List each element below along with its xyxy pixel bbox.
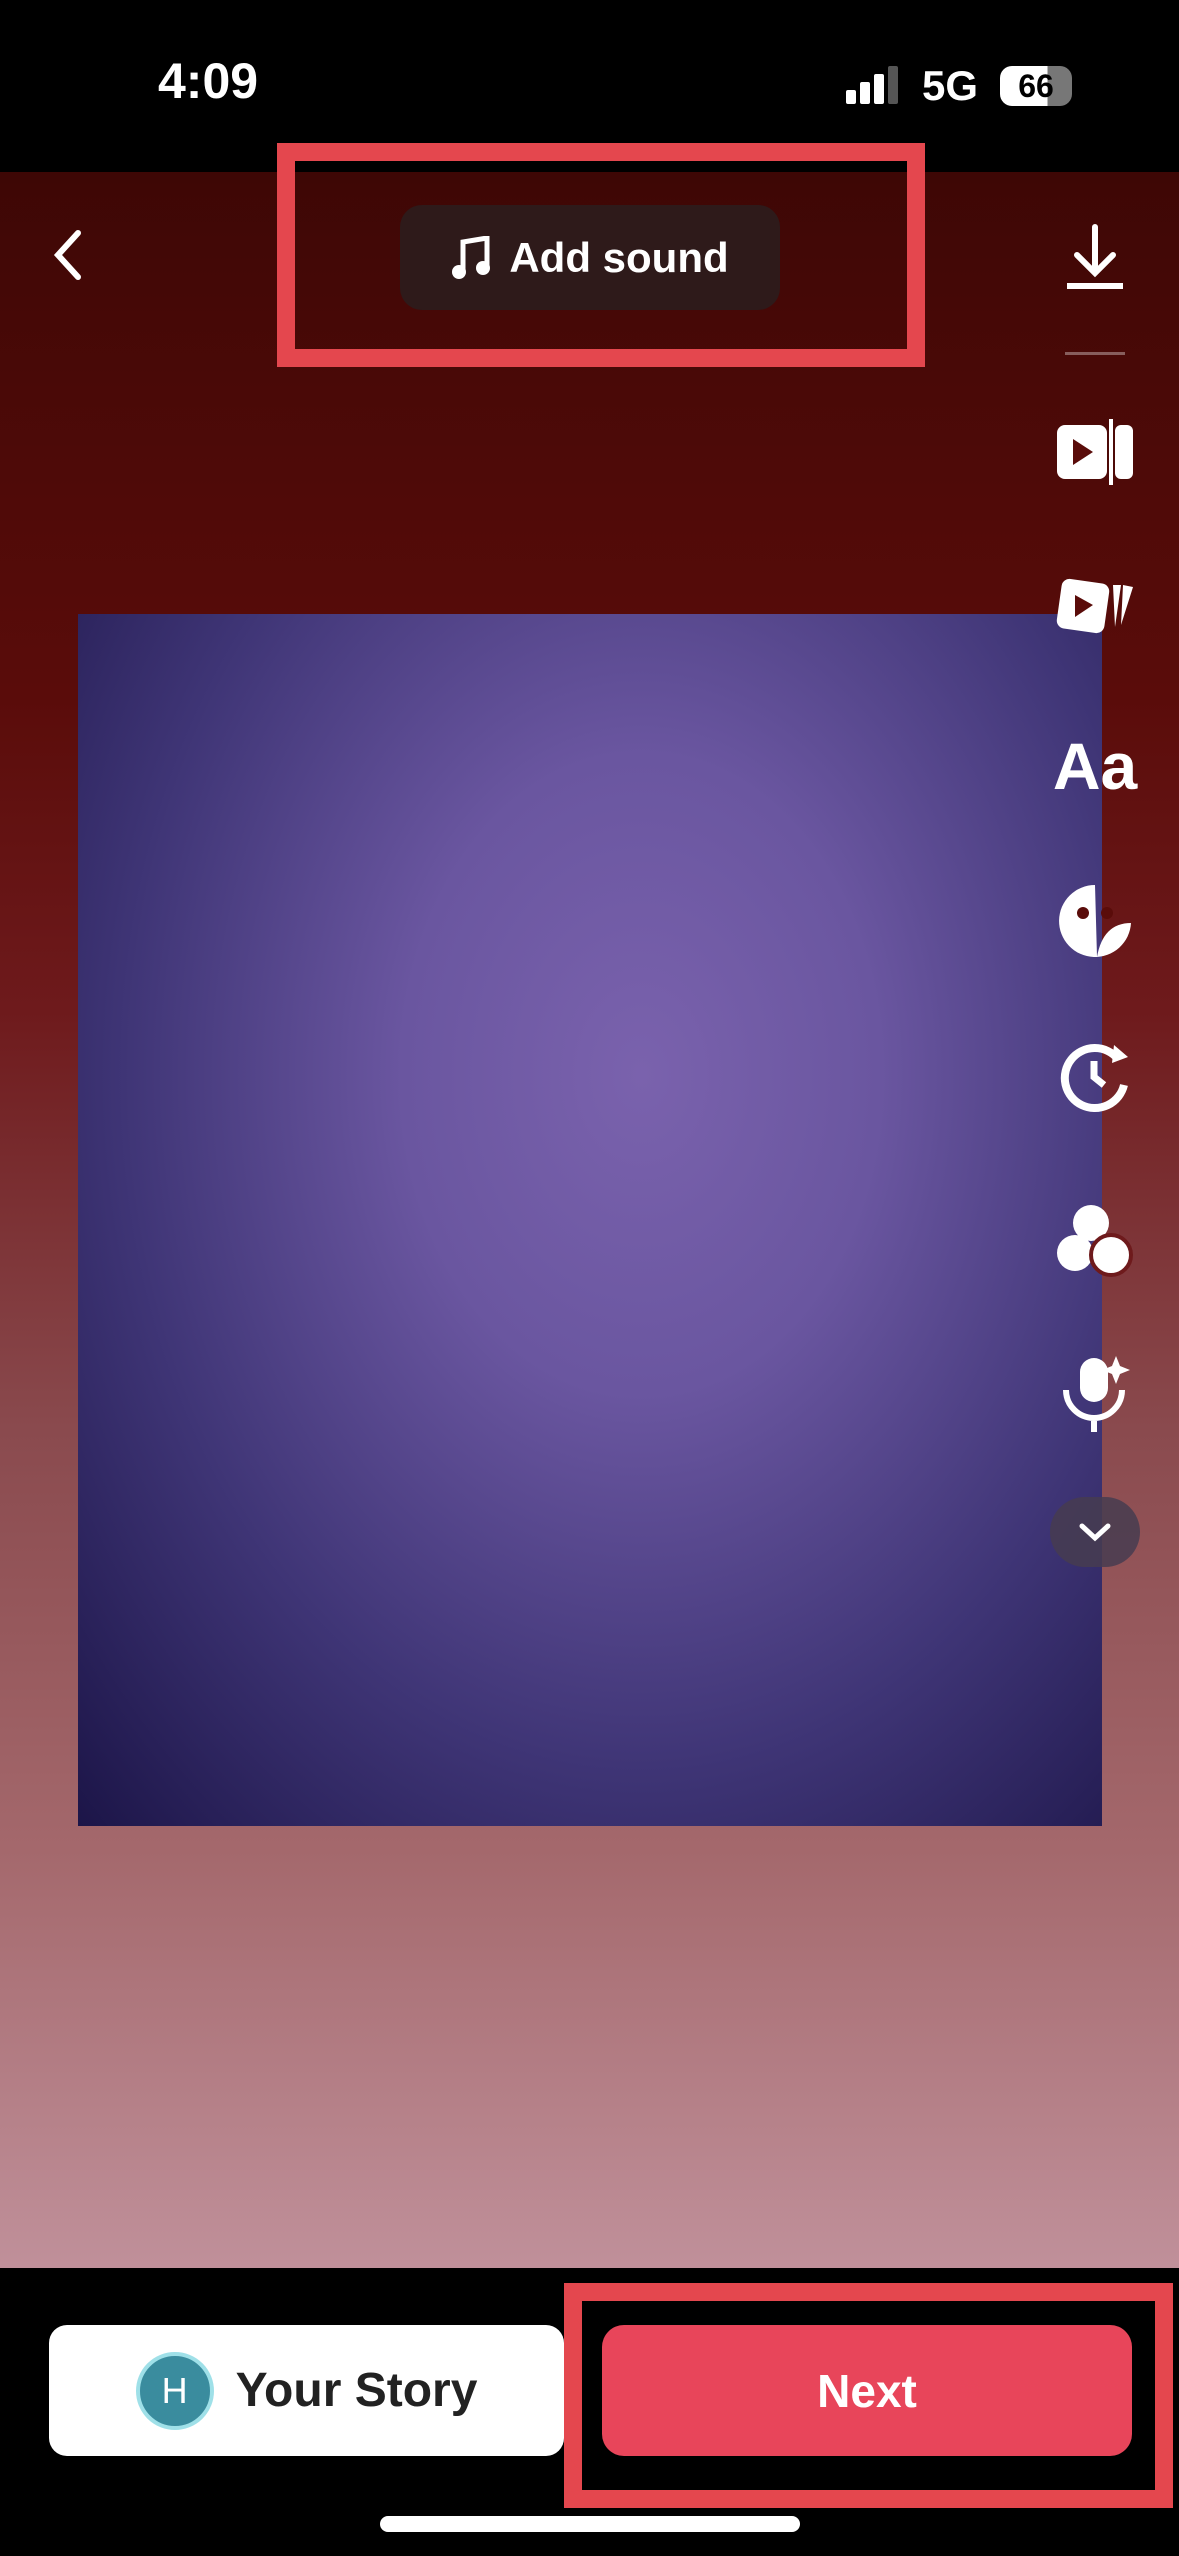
divider (1065, 352, 1125, 355)
avatar: H (135, 2351, 214, 2430)
add-sound-label: Add sound (509, 233, 729, 281)
timer-icon[interactable] (1050, 1031, 1140, 1121)
add-sound-button[interactable]: Add sound (400, 205, 780, 310)
text-icon[interactable]: Aa (1040, 721, 1150, 811)
clips-icon[interactable] (1050, 561, 1140, 651)
signal-icon (846, 66, 898, 104)
back-chevron-icon[interactable] (48, 225, 88, 299)
network-type: 5G (922, 62, 979, 109)
next-button[interactable]: Next (602, 2325, 1132, 2456)
clock: 4:09 (158, 53, 259, 109)
video-template-icon[interactable] (1050, 407, 1140, 497)
sticker-icon[interactable] (1050, 876, 1140, 966)
your-story-button[interactable]: H Your Story (49, 2325, 564, 2456)
filters-icon[interactable] (1050, 1194, 1140, 1284)
chevron-down-icon (1079, 1523, 1111, 1542)
media-preview (78, 614, 1102, 1826)
voice-effects-icon[interactable] (1050, 1349, 1140, 1439)
home-indicator[interactable] (380, 2516, 800, 2532)
music-note-icon (452, 235, 491, 279)
battery-icon: 66 (1000, 66, 1072, 106)
your-story-label: Your Story (235, 2364, 478, 2417)
more-tools-button[interactable] (1050, 1497, 1140, 1567)
download-icon[interactable] (1050, 213, 1140, 303)
